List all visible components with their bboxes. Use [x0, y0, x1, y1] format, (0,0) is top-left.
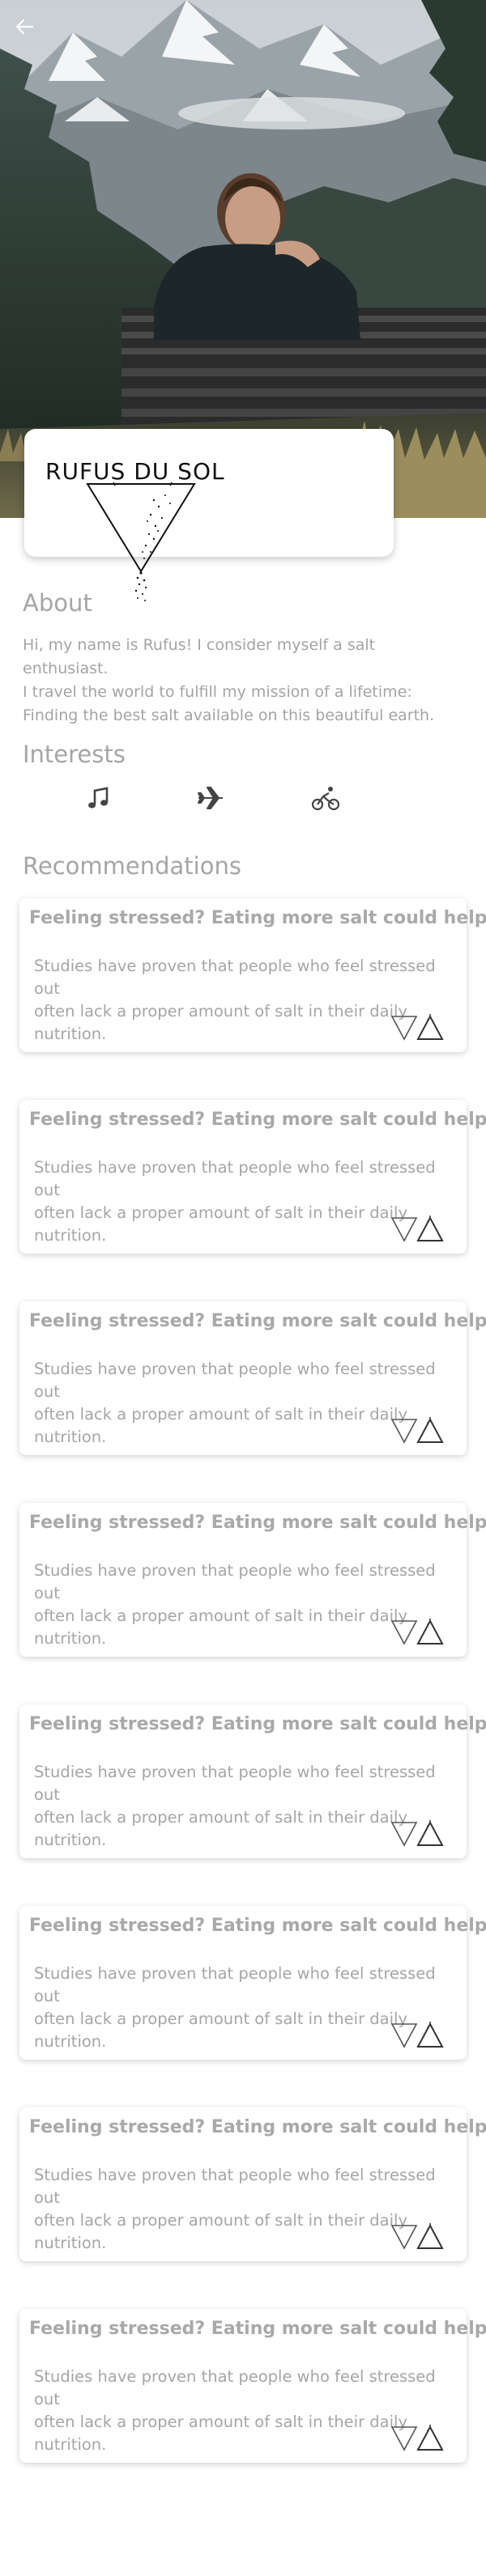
salt-logo-icon: [390, 1216, 444, 1242]
brand-name: RUFUS DU SOL: [45, 458, 225, 485]
card-title: Feeling stressed? Eating more salt could…: [29, 1916, 486, 1936]
interests-heading: Interests: [23, 741, 126, 768]
salt-logo-icon: [390, 1417, 444, 1444]
about-line: Finding the best salt available on this …: [23, 707, 435, 724]
logo-card: RUFUS DU SOL: [24, 429, 394, 601]
salt-logo-icon: [390, 1014, 444, 1041]
card-title: Feeling stressed? Eating more salt could…: [29, 908, 486, 928]
card-title: Feeling stressed? Eating more salt could…: [29, 1311, 486, 1331]
salt-logo-icon: [390, 1820, 444, 1847]
about-heading: About: [23, 589, 92, 617]
card-title: Feeling stressed? Eating more salt could…: [29, 1110, 486, 1130]
card-title: Feeling stressed? Eating more salt could…: [29, 2319, 486, 2339]
salt-logo-icon: [390, 2223, 444, 2250]
recommendation-card[interactable]: Feeling stressed? Eating more salt could…: [19, 1704, 486, 1858]
recommendation-card[interactable]: Feeling stressed? Eating more salt could…: [19, 2107, 486, 2261]
recommendation-card[interactable]: Feeling stressed? Eating more salt could…: [19, 1906, 486, 2060]
recommendation-card[interactable]: Feeling stressed? Eating more salt could…: [19, 898, 486, 1052]
salt-logo-icon: [390, 2022, 444, 2048]
airplane-icon: [198, 787, 223, 809]
bicycle-icon: [311, 787, 340, 811]
salt-logo-icon: [390, 1619, 444, 1645]
recommendation-card[interactable]: Feeling stressed? Eating more salt could…: [19, 1503, 486, 1657]
recommendation-card[interactable]: Feeling stressed? Eating more salt could…: [19, 1301, 486, 1455]
interest-travel[interactable]: [196, 783, 225, 813]
about-text: Hi, my name is Rufus! I consider myself …: [23, 634, 460, 728]
music-note-icon: [88, 787, 109, 808]
arrow-left-icon: [15, 19, 34, 35]
card-title: Feeling stressed? Eating more salt could…: [29, 1513, 486, 1533]
about-line: Hi, my name is Rufus! I consider myself …: [23, 636, 376, 677]
back-button[interactable]: [11, 13, 39, 40]
salt-shaker-logo-icon: [86, 482, 196, 601]
recommendations-heading: Recommendations: [23, 852, 241, 880]
recommendation-card[interactable]: Feeling stressed? Eating more salt could…: [19, 2309, 486, 2463]
recommendation-card[interactable]: Feeling stressed? Eating more salt could…: [19, 1100, 486, 1254]
card-title: Feeling stressed? Eating more salt could…: [29, 2117, 486, 2137]
card-title: Feeling stressed? Eating more salt could…: [29, 1714, 486, 1734]
salt-logo-icon: [390, 2425, 444, 2451]
about-line: I travel the world to fulfill my mission…: [23, 683, 412, 701]
interest-cycling[interactable]: [311, 783, 340, 813]
interest-music[interactable]: [84, 783, 113, 813]
